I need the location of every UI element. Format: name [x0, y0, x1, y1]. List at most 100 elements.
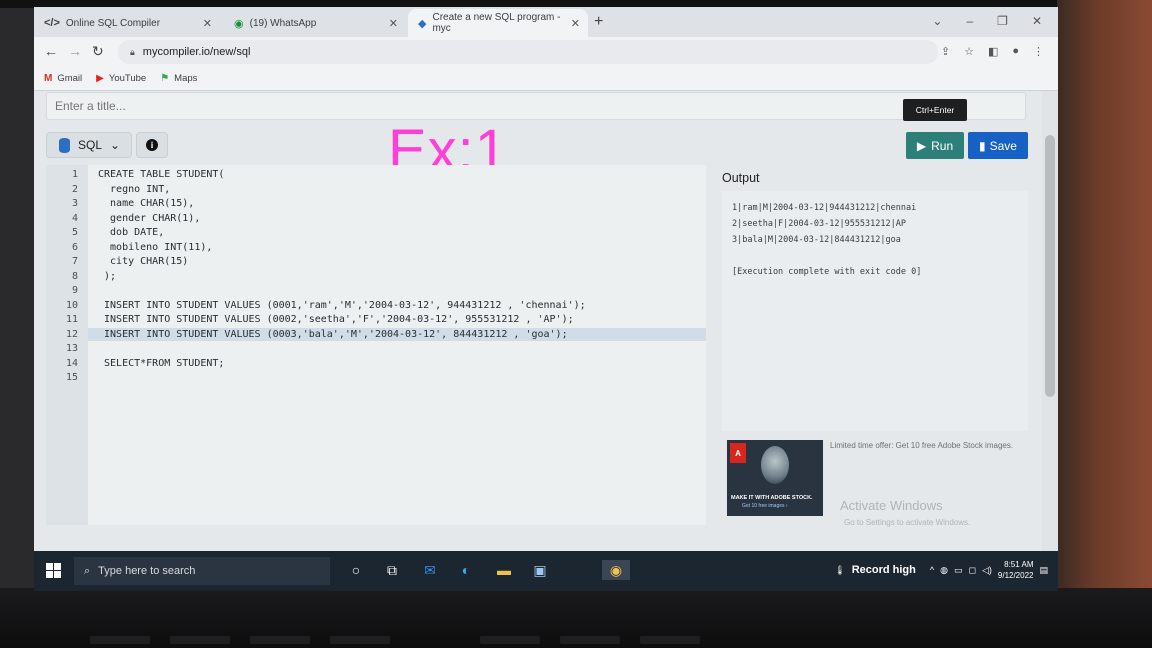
weather-text[interactable]: Record high: [852, 564, 916, 576]
mycompiler-icon: ◆: [418, 17, 427, 30]
minimize-icon[interactable]: –: [966, 14, 973, 28]
profile-icon[interactable]: ●: [1012, 45, 1019, 58]
language-select[interactable]: SQL ⌄: [46, 132, 132, 158]
file-explorer-icon[interactable]: ▬: [494, 560, 514, 580]
bookmark-gmail[interactable]: M Gmail: [44, 73, 82, 84]
mail-icon[interactable]: ✉: [420, 560, 440, 580]
chevron-up-icon[interactable]: ^: [930, 565, 934, 575]
laptop-bezel-right: [1057, 0, 1152, 648]
tab-whatsapp[interactable]: ◉ (19) WhatsApp ✕: [224, 9, 406, 37]
search-placeholder: Type here to search: [98, 565, 196, 577]
bookmark-youtube[interactable]: ▶ YouTube: [96, 73, 146, 84]
keyboard-key: [480, 636, 540, 644]
ad-text[interactable]: Limited time offer: Get 10 free Adobe St…: [830, 441, 1013, 450]
line-number: 12: [65, 328, 78, 340]
store-icon[interactable]: ▣: [530, 560, 550, 580]
code-line: city CHAR(15): [98, 256, 189, 267]
code-line: gender CHAR(1),: [98, 212, 201, 224]
close-icon[interactable]: ✕: [389, 17, 398, 30]
line-number: 10: [65, 299, 78, 311]
file-icon: ▮: [979, 138, 986, 153]
scrollbar-thumb[interactable]: [1045, 135, 1055, 397]
save-button[interactable]: ▮ Save: [968, 132, 1028, 159]
output-pane: 1|ram|M|2004-03-12|944431212|chennai 2|s…: [722, 191, 1028, 431]
line-number: 8: [71, 270, 78, 282]
tab-create-sql-program[interactable]: ◆ Create a new SQL program - myc ✕: [408, 9, 588, 37]
line-number: 13: [65, 343, 78, 354]
clock-time: 8:51 AM: [1004, 560, 1034, 569]
line-number: 14: [65, 357, 78, 369]
program-title-input[interactable]: [46, 92, 1026, 120]
clock-date: 9/12/2022: [997, 571, 1034, 580]
bookmark-maps[interactable]: ⚑ Maps: [160, 73, 197, 84]
output-line: 3|bala|M|2004-03-12|844431212|goa: [732, 235, 901, 245]
tab-label: Online SQL Compiler: [65, 17, 161, 29]
whatsapp-icon: ◉: [234, 17, 244, 30]
adobe-logo-icon: A: [730, 443, 746, 463]
code-line: CREATE TABLE STUDENT(: [98, 169, 225, 180]
edge-icon[interactable]: ◐: [456, 560, 476, 580]
code-line: name CHAR(15),: [98, 198, 195, 209]
chevron-down-icon[interactable]: ⌄: [932, 14, 942, 28]
database-icon: [59, 137, 70, 153]
back-icon[interactable]: ←: [44, 43, 58, 59]
gmail-icon: M: [44, 73, 53, 84]
system-tray: 🌡︎ Record high ^ ◍ ▭ ◻ ◁) 8:51 AM 9/12/2…: [834, 559, 1048, 581]
keyboard-key: [90, 636, 150, 644]
clock[interactable]: 8:51 AM 9/12/2022: [998, 559, 1034, 581]
cortana-icon[interactable]: ○: [346, 560, 366, 580]
chrome-icon[interactable]: ◉: [602, 560, 630, 580]
side-panel-icon[interactable]: ◧: [988, 45, 998, 58]
code-line: INSERT INTO STUDENT VALUES (0002,'seetha…: [98, 314, 574, 325]
adobe-stock-ad-image[interactable]: A MAKE IT WITH ADOBE STOCK. Get 10 free …: [727, 440, 823, 516]
tab-label: (19) WhatsApp: [249, 17, 317, 29]
keyboard-key: [560, 636, 620, 644]
restore-icon[interactable]: ❐: [997, 14, 1008, 28]
new-tab-icon[interactable]: +: [594, 13, 603, 31]
info-button[interactable]: i: [136, 132, 168, 158]
share-icon[interactable]: ⇪: [941, 45, 950, 58]
menu-icon[interactable]: ⋮: [1033, 45, 1044, 58]
star-icon[interactable]: ☆: [964, 45, 974, 58]
display-icon[interactable]: ◻: [968, 565, 975, 576]
page-scrollbar[interactable]: [1042, 91, 1058, 551]
taskbar-search-input[interactable]: ⌕ Type here to search: [74, 557, 330, 585]
ad-portrait: [761, 446, 789, 484]
keyboard-key: [330, 636, 390, 644]
close-icon[interactable]: ✕: [203, 17, 212, 30]
code-line: INSERT INTO STUDENT VALUES (0001,'ram','…: [98, 299, 586, 311]
network-icon[interactable]: ◍: [940, 565, 948, 576]
task-view-icon[interactable]: ⧉: [382, 560, 402, 580]
bookmark-label: Gmail: [57, 73, 83, 84]
line-number: 2: [71, 183, 78, 195]
url-text: mycompiler.io/new/sql: [142, 46, 251, 58]
forward-icon[interactable]: →: [68, 43, 82, 59]
close-icon[interactable]: ✕: [1032, 14, 1042, 28]
line-number: 3: [71, 198, 78, 209]
chevron-down-icon: ⌄: [110, 138, 121, 152]
notifications-icon[interactable]: ▤: [1039, 565, 1048, 576]
line-number: 1: [71, 169, 78, 180]
volume-icon[interactable]: ◁): [982, 565, 992, 576]
close-icon[interactable]: ✕: [571, 17, 580, 30]
battery-icon[interactable]: ▭: [954, 565, 963, 576]
keyboard-key: [640, 636, 700, 644]
run-label: Run: [931, 138, 954, 153]
windows-start-icon[interactable]: [46, 563, 61, 578]
browser-toolbar: ← → ↻ 🔒︎ mycompiler.io/new/sql ⇪ ☆ ◧ ● ⋮: [34, 37, 1058, 67]
tab-online-sql-compiler[interactable]: </> Online SQL Compiler ✕: [34, 9, 220, 37]
code-line: dob DATE,: [98, 227, 165, 238]
keyboard-key: [250, 636, 310, 644]
address-bar[interactable]: 🔒︎ mycompiler.io/new/sql: [118, 40, 938, 64]
window-controls: ⌄ – ❐ ✕: [932, 14, 1042, 28]
toolbar-actions: ⇪ ☆ ◧ ● ⋮: [941, 45, 1044, 58]
run-button[interactable]: ▶ Run: [906, 132, 964, 159]
reload-icon[interactable]: ↻: [92, 43, 104, 60]
laptop-screen: </> Online SQL Compiler ✕ ◉ (19) WhatsAp…: [34, 7, 1058, 591]
code-editor[interactable]: 1 2 3 4 5 6 7 8 9 10 11 12 13 14 15 CREATE TABLE STUDE…: [46, 165, 706, 525]
output-line: 1|ram|M|2004-03-12|944431212|chennai: [732, 203, 917, 213]
code-line: );: [98, 270, 117, 282]
code-line: regno INT,: [98, 183, 171, 195]
line-number: 6: [71, 241, 78, 253]
bookmark-label: YouTube: [108, 73, 147, 84]
